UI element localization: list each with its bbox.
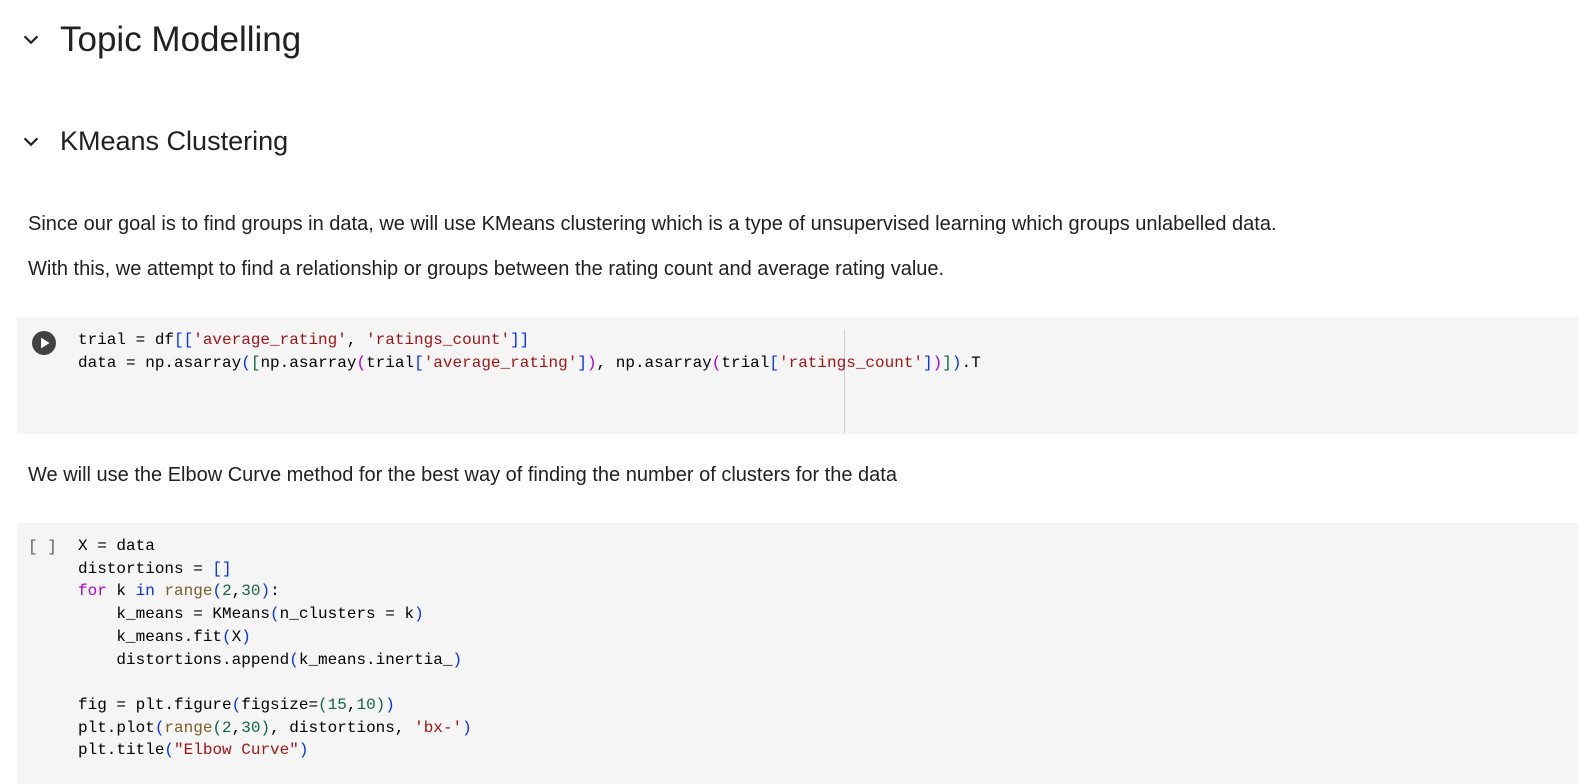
markdown-paragraph: With this, we attempt to find a relation… xyxy=(28,258,945,280)
chevron-down-icon[interactable] xyxy=(20,131,42,153)
markdown-paragraph: We will use the Elbow Curve method for t… xyxy=(28,464,897,486)
execution-count[interactable]: [ ] xyxy=(28,538,57,556)
heading-title: Topic Modelling xyxy=(60,20,302,59)
markdown-paragraph: Since our goal is to find groups in data… xyxy=(28,213,1277,235)
play-circle-icon xyxy=(32,331,56,355)
section-heading-kmeans[interactable]: KMeans Clustering xyxy=(20,126,288,157)
code-editor[interactable]: X = data distortions = [] for k in range… xyxy=(78,535,472,762)
code-editor[interactable]: trial = df[['average_rating', 'ratings_c… xyxy=(78,329,981,374)
run-cell-button[interactable] xyxy=(31,330,57,356)
section-heading-topic-modelling[interactable]: Topic Modelling xyxy=(20,20,301,60)
heading-title: KMeans Clustering xyxy=(60,126,289,156)
chevron-down-icon[interactable] xyxy=(20,29,42,51)
